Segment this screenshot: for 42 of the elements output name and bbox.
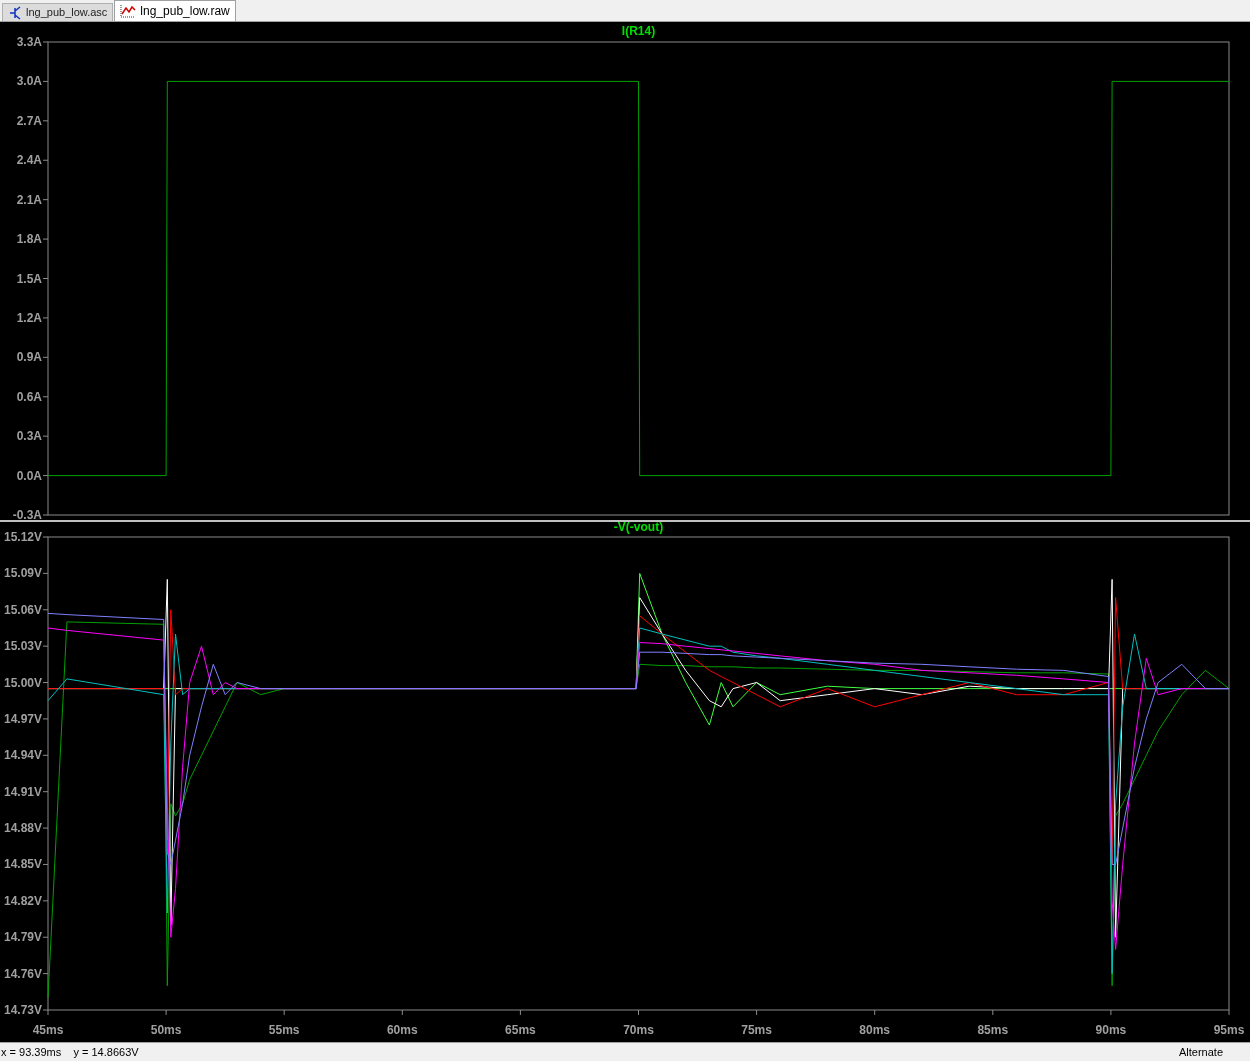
y-axis-label: 15.00V (3, 675, 42, 690)
y-axis-label: 0.9A (16, 350, 42, 365)
y-axis-label: 3.3A (16, 35, 42, 49)
y-axis-label: 2.4A (16, 153, 42, 168)
y-axis-label: 15.12V (3, 530, 42, 544)
y-axis-label: 15.03V (3, 639, 42, 654)
chart-title: I(R14) (621, 24, 656, 38)
y-axis-label: 14.82V (3, 893, 42, 908)
y-axis-label: 14.88V (3, 821, 42, 836)
x-axis-label: 50ms (150, 1023, 182, 1037)
x-axis-label: 60ms (386, 1023, 418, 1037)
y-axis-label: 14.79V (3, 930, 42, 945)
y-axis-label: -0.3A (12, 508, 42, 520)
x-axis-label: 95ms (1213, 1023, 1245, 1037)
y-axis-label: 14.85V (3, 857, 42, 872)
y-axis-label: 14.97V (3, 711, 42, 726)
y-axis-label: 14.76V (3, 966, 42, 981)
y-axis-label: 0.6A (16, 389, 42, 404)
y-axis-label: 14.73V (3, 1003, 42, 1017)
x-axis-label: 75ms (741, 1023, 772, 1037)
y-axis-label: 15.06V (3, 602, 42, 617)
y-axis-label: 1.5A (16, 271, 42, 286)
x-axis-label: 85ms (977, 1023, 1009, 1037)
x-axis-label: 45ms (32, 1023, 64, 1037)
y-axis-label: 15.09V (3, 566, 42, 581)
x-axis-label: 65ms (505, 1023, 536, 1037)
y-axis-label: 0.3A (16, 429, 42, 444)
mode-indicator: Alternate (1178, 1044, 1223, 1060)
y-axis-label: 1.8A (16, 232, 42, 247)
y-axis-label: 14.94V (3, 748, 42, 763)
x-axis-label: 55ms (268, 1023, 300, 1037)
y-axis-label: 2.1A (16, 192, 42, 207)
y-axis-label: 0.0A (16, 468, 42, 483)
chart-title: -V(-vout) (613, 522, 664, 534)
y-axis-label: 14.91V (3, 784, 42, 799)
x-axis-label: 80ms (859, 1023, 891, 1037)
x-axis-label: 90ms (1095, 1023, 1127, 1037)
cursor-readout: x = 93.39ms y = 14.8663V (1, 1044, 139, 1060)
y-axis-label: 1.2A (16, 310, 42, 325)
x-axis-label: 70ms (623, 1023, 654, 1037)
y-axis-label: 3.0A (16, 74, 42, 89)
y-axis-label: 2.7A (16, 113, 42, 128)
